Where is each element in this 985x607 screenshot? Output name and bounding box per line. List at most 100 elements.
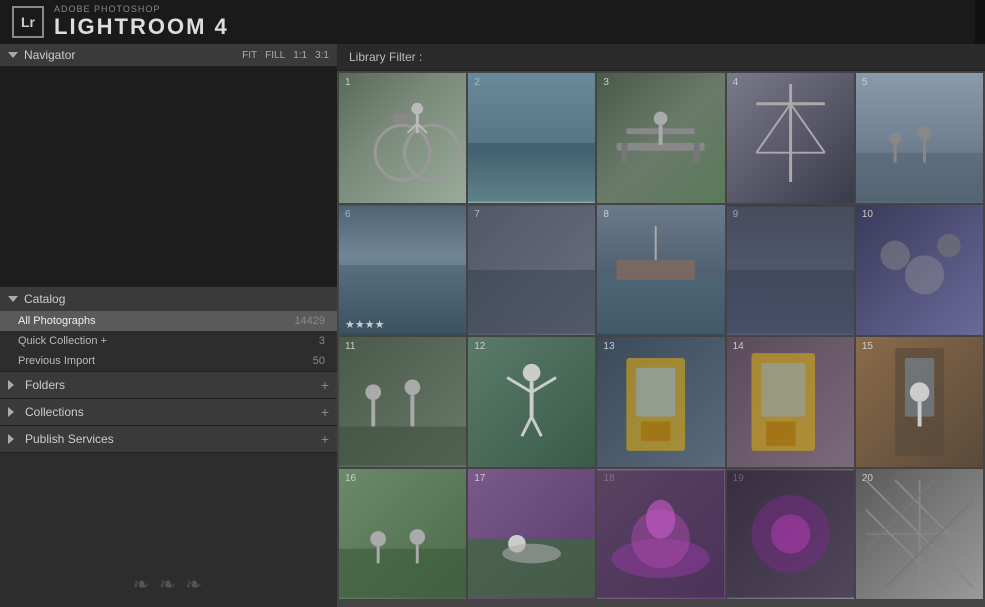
photo-grid[interactable]: 1: [337, 71, 985, 607]
photo-cell-13[interactable]: 13: [597, 337, 724, 467]
main-layout: Navigator FIT FILL 1:1 3:1 Catalog All P…: [0, 44, 985, 607]
navigator-zoom-controls[interactable]: FIT FILL 1:1 3:1: [242, 50, 329, 61]
photo-cell-2[interactable]: 2: [468, 73, 595, 203]
photo-thumb-15: [856, 337, 983, 467]
catalog-item-count-all-photographs: 14429: [294, 315, 325, 327]
publish-services-expand-icon: [8, 434, 19, 444]
library-filter-label: Library Filter :: [349, 50, 422, 64]
app-subtitle: ADOBE PHOTOSHOP: [54, 4, 229, 14]
photo-cell-16[interactable]: 16: [339, 469, 466, 599]
zoom-1-1[interactable]: 1:1: [293, 50, 307, 61]
zoom-3-1[interactable]: 3:1: [315, 50, 329, 61]
catalog-item-label-all-photographs: All Photographs: [18, 315, 96, 327]
photo-thumb-13: [597, 337, 724, 467]
photo-cell-15[interactable]: 15: [856, 337, 983, 467]
navigator-label: Navigator: [24, 48, 75, 62]
photo-thumb-16: [339, 469, 466, 599]
photo-thumb-6: [339, 205, 466, 335]
catalog-item-label-quick-collection: Quick Collection +: [18, 335, 107, 347]
app-title-block: ADOBE PHOTOSHOP LIGHTROOM 4: [54, 4, 229, 40]
catalog-section: Catalog All Photographs 14429 Quick Coll…: [0, 287, 337, 372]
catalog-item-previous-import[interactable]: Previous Import 50: [0, 351, 337, 371]
photo-cell-18[interactable]: 18: [597, 469, 724, 599]
folders-add-button[interactable]: +: [321, 377, 329, 393]
photo-cell-1[interactable]: 1: [339, 73, 466, 203]
right-area: Library Filter : 1: [337, 44, 985, 607]
folders-label: Folders: [25, 378, 65, 392]
publish-services-header-left: Publish Services: [8, 432, 114, 446]
photo-thumb-18: [597, 469, 724, 599]
scroll-indicator: [975, 0, 985, 44]
catalog-item-count-quick-collection: 3: [319, 335, 325, 347]
photo-thumb-10: [856, 205, 983, 335]
photo-thumb-5: [856, 73, 983, 203]
photo-cell-7[interactable]: 7: [468, 205, 595, 335]
photo-stars-6b: ★★★★: [345, 318, 384, 331]
photo-cell-12[interactable]: 12: [468, 337, 595, 467]
app-title: LIGHTROOM 4: [54, 14, 229, 40]
photo-thumb-2: [468, 73, 595, 203]
photo-cell-20[interactable]: 20: [856, 469, 983, 599]
photo-thumb-9: [727, 205, 854, 335]
publish-services-label: Publish Services: [25, 432, 114, 446]
collections-header-left: Collections: [8, 405, 84, 419]
photo-cell-3[interactable]: 3: [597, 73, 724, 203]
folders-expand-icon: [8, 380, 19, 390]
photo-thumb-7: [468, 205, 595, 335]
photo-cell-5[interactable]: 5: [856, 73, 983, 203]
collections-section: Collections +: [0, 399, 337, 426]
left-panel: Navigator FIT FILL 1:1 3:1 Catalog All P…: [0, 44, 337, 607]
photo-thumb-20: [856, 469, 983, 599]
publish-services-header[interactable]: Publish Services +: [0, 426, 337, 452]
publish-services-section: Publish Services +: [0, 426, 337, 453]
navigator-header[interactable]: Navigator FIT FILL 1:1 3:1: [0, 44, 337, 66]
catalog-item-label-previous-import: Previous Import: [18, 355, 95, 367]
panel-decoration: ❧ ❧ ❧: [0, 453, 337, 607]
decoration-symbol: ❧ ❧ ❧: [133, 572, 204, 597]
navigator-collapse-icon: [8, 52, 18, 58]
folders-header[interactable]: Folders +: [0, 372, 337, 398]
photo-grid-row-3: 11 12: [339, 337, 983, 467]
photo-cell-4[interactable]: 4: [727, 73, 854, 203]
photo-cell-14[interactable]: 14: [727, 337, 854, 467]
library-filter-bar[interactable]: Library Filter :: [337, 44, 985, 71]
photo-cell-11[interactable]: 11: [339, 337, 466, 467]
collections-label: Collections: [25, 405, 84, 419]
photo-grid-row-2: 6 ★★★★ 7 8: [339, 205, 983, 335]
app-logo: Lr: [12, 6, 44, 38]
collections-add-button[interactable]: +: [321, 404, 329, 420]
photo-cell-6[interactable]: 6 ★★★★: [339, 205, 466, 335]
photo-thumb-8: [597, 205, 724, 335]
photo-thumb-19: [727, 469, 854, 599]
photo-thumb-17: [468, 469, 595, 599]
photo-thumb-14: [727, 337, 854, 467]
photo-thumb-11: [339, 337, 466, 467]
navigator-preview: [0, 66, 337, 286]
catalog-collapse-icon: [8, 296, 18, 302]
catalog-items: All Photographs 14429 Quick Collection +…: [0, 311, 337, 371]
app-header: Lr ADOBE PHOTOSHOP LIGHTROOM 4: [0, 0, 985, 44]
photo-cell-9[interactable]: 9: [727, 205, 854, 335]
photo-grid-row-1: 1: [339, 73, 983, 203]
collections-header[interactable]: Collections +: [0, 399, 337, 425]
navigator-section: Navigator FIT FILL 1:1 3:1: [0, 44, 337, 287]
photo-cell-17[interactable]: 17: [468, 469, 595, 599]
zoom-fill[interactable]: FILL: [265, 50, 285, 61]
catalog-label: Catalog: [24, 292, 65, 306]
photo-thumb-1: [339, 73, 466, 203]
photo-cell-19[interactable]: 19: [727, 469, 854, 599]
publish-services-add-button[interactable]: +: [321, 431, 329, 447]
navigator-header-left: Navigator: [8, 48, 75, 62]
photo-thumb-12: [468, 337, 595, 467]
folders-section: Folders +: [0, 372, 337, 399]
photo-cell-10[interactable]: 10: [856, 205, 983, 335]
photo-thumb-4: [727, 73, 854, 203]
catalog-item-all-photographs[interactable]: All Photographs 14429: [0, 311, 337, 331]
catalog-item-quick-collection[interactable]: Quick Collection + 3: [0, 331, 337, 351]
collections-expand-icon: [8, 407, 19, 417]
folders-header-left: Folders: [8, 378, 65, 392]
photo-cell-8[interactable]: 8: [597, 205, 724, 335]
photo-thumb-3: [597, 73, 724, 203]
catalog-header[interactable]: Catalog: [0, 287, 337, 311]
zoom-fit[interactable]: FIT: [242, 50, 257, 61]
